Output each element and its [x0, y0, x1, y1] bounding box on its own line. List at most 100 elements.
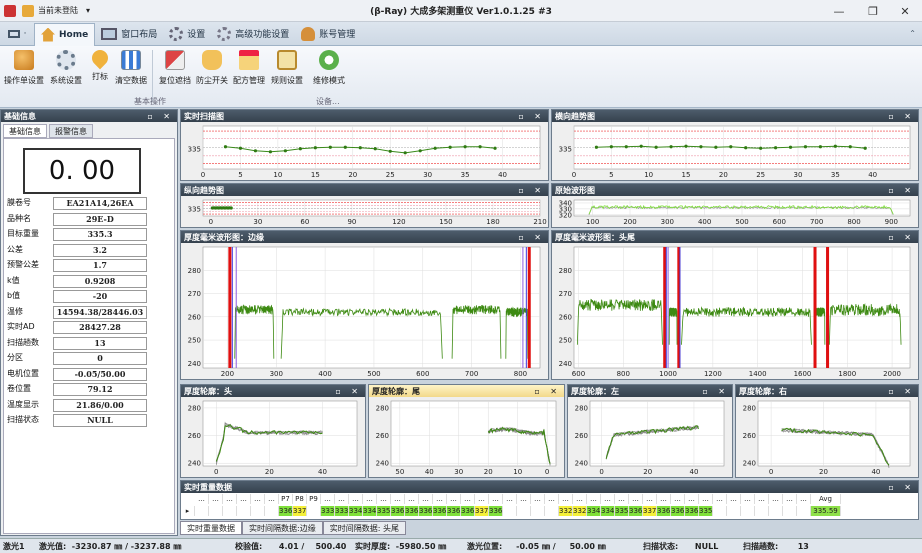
clear-data-button[interactable]: 清空数据: [110, 50, 152, 86]
x-tick-label: 1800: [838, 370, 856, 378]
tab-home[interactable]: Home: [34, 22, 96, 46]
table-header-cell: ...: [601, 494, 615, 504]
maintenance-icon: [319, 50, 339, 70]
panel-header: 基础信息 ▫ ✕: [1, 110, 177, 122]
tab-window-layout[interactable]: 窗口布局: [95, 23, 163, 45]
x-tick-label: 1000: [659, 370, 677, 378]
login-status[interactable]: 当前未登陆: [38, 5, 78, 16]
info-row: 实时AD 28427.28: [5, 321, 147, 334]
y-tick-label: 260: [575, 432, 588, 440]
tab-settings[interactable]: 设置: [163, 23, 211, 45]
info-row: 卷位置 79.12: [5, 383, 147, 396]
info-label: 膜卷号: [7, 198, 31, 207]
panel-controls[interactable]: ▫ ✕: [518, 186, 548, 195]
gear-icon: [169, 26, 184, 41]
info-label: 分区: [7, 353, 23, 362]
panel-controls[interactable]: ▫ ✕: [888, 387, 918, 396]
panel-controls[interactable]: ▫ ✕: [702, 387, 732, 396]
data-point: [654, 145, 658, 149]
x-tick-label: 1400: [749, 370, 767, 378]
y-tick-label: 250: [188, 337, 201, 345]
table-header-cell: ...: [461, 494, 475, 504]
info-row: 扫描状态 NULL: [5, 414, 147, 427]
table-cell: 332: [559, 506, 573, 516]
operation-settings-button[interactable]: 操作单设置: [3, 50, 45, 86]
panel-controls[interactable]: ▫ ✕: [147, 112, 177, 121]
tab-alarm-info[interactable]: 报警信息: [49, 124, 93, 138]
table-header-cell: ...: [433, 494, 447, 504]
y-tick-label: 240: [376, 460, 389, 468]
info-row: 分区 0: [5, 352, 147, 365]
info-value: EA21A14,26EA: [53, 197, 147, 210]
table-cell: [209, 506, 223, 516]
table-header-cell: ...: [349, 494, 363, 504]
x-tick-label: 200: [623, 218, 636, 226]
info-value: 3.2: [53, 243, 147, 257]
info-label: 扫描状态: [7, 415, 39, 424]
info-row: 公差 3.2: [5, 243, 147, 257]
recipe-management-button[interactable]: 配方管理: [228, 50, 270, 86]
table-header-cell: ...: [573, 494, 587, 504]
reset-shutter-button[interactable]: 复位遮挡: [154, 50, 196, 86]
panel-controls[interactable]: ▫ ✕: [335, 387, 365, 396]
restore-button[interactable]: ❐: [856, 0, 890, 22]
gear-icon: [56, 50, 76, 70]
info-value: 28427.28: [53, 321, 147, 334]
profile-right-chart: 0 20 40 240 260 280: [743, 400, 911, 476]
tab-interval-edge[interactable]: 实时间隔数据:边缘: [242, 521, 323, 535]
info-value: 21.86/0.00: [53, 398, 147, 412]
info-label: 卷位置: [7, 384, 31, 393]
table-cell: 336: [629, 506, 643, 516]
edge-waveform-panel: 厚度毫米波形图：边缘 ▫ ✕ 200 300 400 500 600 700 800 240 25…: [180, 230, 549, 380]
info-label: 公差: [7, 244, 23, 254]
data-point: [729, 145, 733, 149]
tab-account-management[interactable]: 账号管理: [295, 23, 361, 45]
rule-settings-button[interactable]: 规则设置: [266, 50, 308, 86]
panel-controls[interactable]: ▫ ✕: [518, 233, 548, 242]
data-point: [699, 145, 703, 149]
tab-basic-info[interactable]: 基础信息: [3, 124, 47, 138]
data-point: [343, 145, 347, 149]
panel-controls[interactable]: ▫ ✕: [888, 112, 918, 121]
panel-controls[interactable]: ▫ ✕: [534, 387, 564, 396]
y-tick-label: 260: [376, 432, 389, 440]
data-point: [388, 149, 392, 153]
y-tick-label: 335: [188, 145, 201, 153]
x-tick-label: 900: [885, 218, 898, 226]
dust-switch-button[interactable]: 防尘开关: [191, 50, 233, 86]
basic-info-panel: 基础信息 ▫ ✕ 基础信息 报警信息 0. 00 膜卷号 EA21A14,26EA 品…: [0, 109, 178, 536]
table-cell: [741, 506, 755, 516]
tab-interval-head-tail[interactable]: 实时间隔数据: 头尾: [322, 521, 406, 535]
x-tick-label: 30: [454, 468, 463, 476]
table-header-cell: ...: [223, 494, 237, 504]
tab-advanced-settings[interactable]: 高级功能设置: [211, 23, 295, 45]
ribbon-collapse-icon[interactable]: ⌃: [909, 29, 916, 38]
data-point: [848, 145, 852, 149]
login-icon[interactable]: [22, 4, 34, 17]
panel-controls[interactable]: ▫ ✕: [888, 483, 918, 492]
status-laser-value: 激光值: -3230.87 ㎜ / -3237.88 ㎜: [39, 541, 182, 551]
data-point: [639, 144, 643, 148]
quick-access-dropdown-icon[interactable]: ▾: [86, 6, 90, 15]
data-point: [818, 145, 822, 149]
panel-controls[interactable]: ▫ ✕: [888, 233, 918, 242]
minimize-button[interactable]: —: [822, 0, 856, 22]
y-tick-label: 280: [575, 404, 588, 412]
profile-head-chart: 0 20 40 240 260 280: [188, 400, 358, 476]
maintenance-mode-button[interactable]: 维修模式: [308, 50, 350, 86]
table-cell: [727, 506, 741, 516]
table-row[interactable]: ▸ 336 337 333 333 334 334 335 336 336 336 336 336 336…: [181, 506, 841, 516]
panel-controls[interactable]: ▫ ✕: [888, 186, 918, 195]
tab-app-menu[interactable]: ·: [0, 23, 34, 45]
panel-controls[interactable]: ▫ ✕: [518, 112, 548, 121]
close-button[interactable]: ✕: [888, 0, 922, 22]
x-tick-label: 10: [644, 171, 653, 179]
tab-realtime-weight[interactable]: 实时重量数据: [180, 521, 242, 535]
data-point: [448, 145, 452, 149]
table-cell: 336: [657, 506, 671, 516]
table-cell: 335.59: [811, 506, 841, 516]
x-tick-label: 40: [498, 171, 507, 179]
head-tail-waveform-chart: 600 800 1000 1200 1400 1600 1800 2000 240 250 260 2…: [559, 246, 911, 378]
table-header-cell: ...: [559, 494, 573, 504]
data-point: [358, 146, 362, 150]
